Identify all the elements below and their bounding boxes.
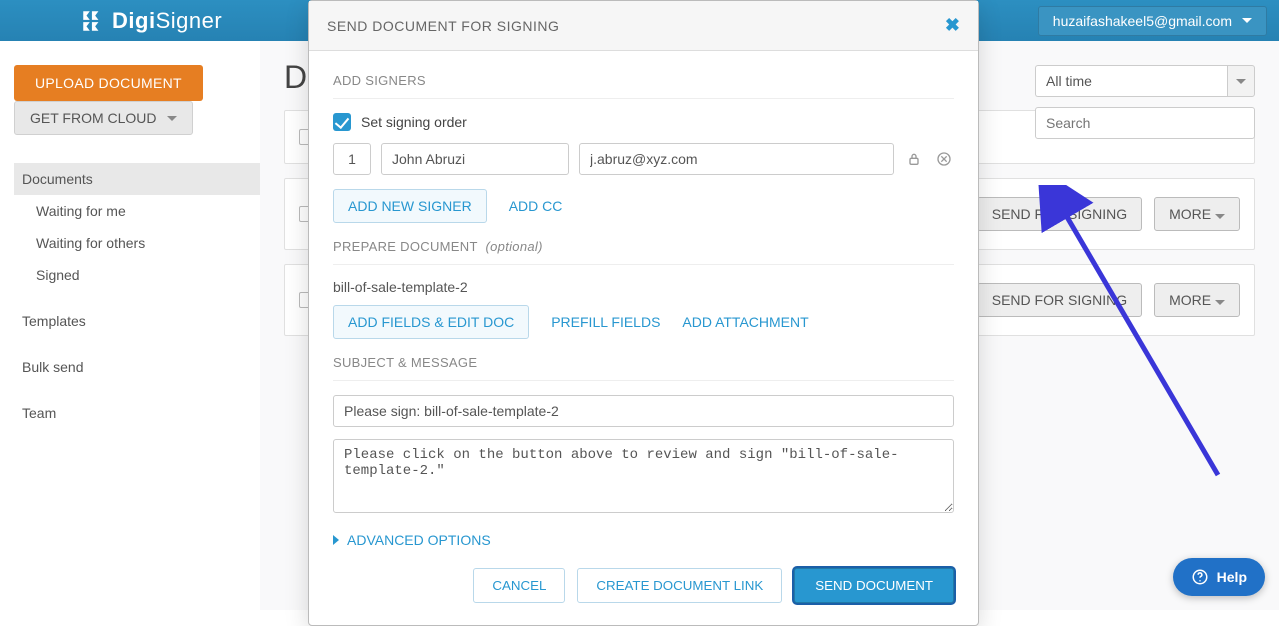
modal-title: SEND DOCUMENT FOR SIGNING: [327, 18, 559, 34]
send-for-signing-button[interactable]: SEND FOR SIGNING: [977, 197, 1142, 231]
lock-icon[interactable]: [904, 149, 924, 169]
send-document-modal: SEND DOCUMENT FOR SIGNING ✖ ADD SIGNERS …: [308, 0, 979, 626]
subject-input[interactable]: [333, 395, 954, 427]
sidebar-item-templates[interactable]: Templates: [14, 305, 260, 337]
sidebar-item-waiting-for-others[interactable]: Waiting for others: [14, 227, 260, 259]
add-fields-button[interactable]: ADD FIELDS & EDIT DOC: [333, 305, 529, 339]
modal-footer: CANCEL CREATE DOCUMENT LINK SEND DOCUMEN…: [333, 562, 954, 605]
time-filter-value: All time: [1035, 65, 1227, 97]
add-new-signer-button[interactable]: ADD NEW SIGNER: [333, 189, 487, 223]
prepare-actions: ADD FIELDS & EDIT DOC PREFILL FIELDS ADD…: [333, 305, 954, 339]
signer-actions: ADD NEW SIGNER ADD CC: [333, 189, 954, 223]
chevron-right-icon: [333, 535, 339, 545]
sidebar-item-team[interactable]: Team: [14, 397, 260, 429]
brand-part2: Signer: [156, 8, 223, 33]
brand-logo: DigiSigner: [80, 8, 222, 34]
add-attachment-button[interactable]: ADD ATTACHMENT: [682, 314, 808, 330]
cancel-button[interactable]: CANCEL: [473, 568, 565, 603]
help-label: Help: [1217, 569, 1247, 585]
time-filter[interactable]: All time: [1035, 65, 1255, 97]
message-textarea[interactable]: [333, 439, 954, 513]
search-input[interactable]: [1035, 107, 1255, 139]
remove-signer-icon[interactable]: [934, 149, 954, 169]
section-prepare: PREPARE DOCUMENT (optional): [333, 239, 954, 254]
side-nav: Documents Waiting for me Waiting for oth…: [14, 163, 260, 429]
document-name: bill-of-sale-template-2: [333, 279, 954, 295]
chevron-down-icon: [1215, 214, 1225, 219]
section-add-signers: ADD SIGNERS: [333, 73, 954, 88]
help-button[interactable]: Help: [1173, 558, 1265, 596]
brand-part1: Digi: [112, 8, 156, 33]
signer-order-input[interactable]: [333, 143, 371, 175]
send-document-button[interactable]: SEND DOCUMENT: [794, 568, 954, 603]
chevron-down-icon: [167, 116, 177, 121]
signer-email-input[interactable]: [579, 143, 894, 175]
sidebar-item-documents[interactable]: Documents: [14, 163, 260, 195]
add-cc-button[interactable]: ADD CC: [509, 198, 563, 214]
modal-header: SEND DOCUMENT FOR SIGNING ✖: [309, 1, 978, 51]
chevron-down-icon: [1242, 18, 1252, 23]
signer-row: [333, 143, 954, 175]
account-menu[interactable]: huzaifashakeel5@gmail.com: [1038, 6, 1267, 36]
more-button[interactable]: MORE: [1154, 283, 1240, 317]
signer-name-input[interactable]: [381, 143, 569, 175]
sidebar-item-waiting-for-me[interactable]: Waiting for me: [14, 195, 260, 227]
account-email: huzaifashakeel5@gmail.com: [1053, 13, 1232, 29]
set-signing-order[interactable]: Set signing order: [333, 113, 954, 131]
row-actions: SEND FOR SIGNING MORE: [977, 197, 1240, 231]
section-subject: SUBJECT & MESSAGE: [333, 355, 954, 370]
chevron-down-icon: [1215, 300, 1225, 305]
sidebar: UPLOAD DOCUMENT GET FROM CLOUD Documents…: [0, 41, 260, 610]
more-button[interactable]: MORE: [1154, 197, 1240, 231]
advanced-options-toggle[interactable]: ADVANCED OPTIONS: [333, 532, 954, 548]
close-icon[interactable]: ✖: [945, 15, 960, 36]
row-actions: SEND FOR SIGNING MORE: [977, 283, 1240, 317]
modal-body: ADD SIGNERS Set signing order ADD NEW SI…: [309, 51, 978, 625]
set-signing-order-label: Set signing order: [361, 114, 467, 130]
sidebar-item-bulk-send[interactable]: Bulk send: [14, 351, 260, 383]
get-from-cloud-button[interactable]: GET FROM CLOUD: [14, 101, 193, 135]
logo-icon: [80, 8, 106, 34]
sidebar-item-signed[interactable]: Signed: [14, 259, 260, 291]
time-filter-toggle[interactable]: [1227, 65, 1255, 97]
help-icon: [1191, 568, 1209, 586]
filter-panel: All time: [1035, 65, 1255, 139]
chevron-down-icon: [1236, 79, 1246, 84]
upload-document-button[interactable]: UPLOAD DOCUMENT: [14, 65, 203, 101]
send-for-signing-button[interactable]: SEND FOR SIGNING: [977, 283, 1142, 317]
prefill-fields-button[interactable]: PREFILL FIELDS: [551, 314, 660, 330]
checkbox-checked-icon: [333, 113, 351, 131]
create-link-button[interactable]: CREATE DOCUMENT LINK: [577, 568, 782, 603]
